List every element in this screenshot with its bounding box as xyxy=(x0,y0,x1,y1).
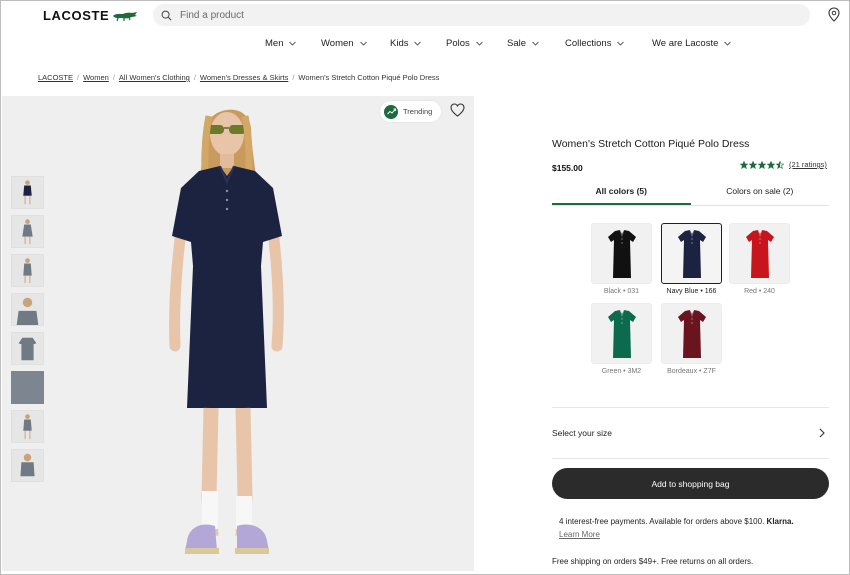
chevron-down-icon xyxy=(617,41,625,46)
nav-label: Polos xyxy=(446,38,470,49)
trending-badge: Trending xyxy=(380,101,442,122)
shipping-info: Free shipping on orders $49+. Free retur… xyxy=(552,557,754,566)
chevron-down-icon xyxy=(475,41,483,46)
swatch-image xyxy=(729,223,790,284)
breadcrumb: LACOSTE / Women / All Women's Clothing /… xyxy=(38,73,439,82)
trending-label: Trending xyxy=(403,107,433,116)
chevron-down-icon xyxy=(289,41,297,46)
thumbnail-8[interactable] xyxy=(11,449,44,482)
rating-stars xyxy=(740,160,784,169)
klarna-text: 4 interest-free payments. Available for … xyxy=(559,517,765,526)
thumbnail-3[interactable] xyxy=(11,254,44,287)
klarna-payments-info: 4 interest-free payments. Available for … xyxy=(559,515,829,541)
swatch-green[interactable]: Green • 3M2 xyxy=(591,303,652,375)
chevron-down-icon xyxy=(414,41,422,46)
swatch-label: Green • 3M2 xyxy=(601,368,642,375)
chevron-right-icon xyxy=(819,428,825,438)
swatch-image xyxy=(591,223,652,284)
thumbnail-5[interactable] xyxy=(11,332,44,365)
add-to-bag-button[interactable]: Add to shopping bag xyxy=(552,468,829,499)
search-bar[interactable] xyxy=(153,4,810,26)
select-size-label: Select your size xyxy=(552,428,612,438)
star-icon xyxy=(767,160,775,169)
star-icon xyxy=(749,160,757,169)
swatch-image xyxy=(661,303,722,364)
nav-label: Sale xyxy=(507,38,527,49)
swatch-label: Black • 031 xyxy=(603,288,640,295)
breadcrumb-separator: / xyxy=(193,73,196,82)
swatch-label: Red • 240 xyxy=(744,288,775,295)
breadcrumb-link-lacoste[interactable]: LACOSTE xyxy=(38,73,73,82)
product-main-image[interactable] xyxy=(127,96,327,571)
swatch-red[interactable]: Red • 240 xyxy=(729,223,790,295)
nav-label: Men xyxy=(265,38,284,49)
product-price: $155.00 xyxy=(552,163,583,173)
thumbnail-1[interactable] xyxy=(11,176,44,209)
nav-item-kids[interactable]: Kids xyxy=(390,38,422,49)
thumbnail-list xyxy=(11,176,47,488)
search-icon xyxy=(161,10,172,20)
swatch-image xyxy=(661,223,722,284)
heart-icon[interactable] xyxy=(450,103,465,117)
chevron-down-icon xyxy=(359,41,367,46)
thumbnail-7[interactable] xyxy=(11,410,44,443)
breadcrumb-separator: / xyxy=(77,73,80,82)
select-size-button[interactable]: Select your size xyxy=(552,407,829,459)
search-input[interactable] xyxy=(180,9,780,21)
klarna-logo: Klarna. xyxy=(766,517,794,526)
tab-colors-on-sale[interactable]: Colors on sale (2) xyxy=(691,182,830,205)
star-icon xyxy=(776,160,784,169)
nav-label: We are Lacoste xyxy=(652,38,719,49)
nav-item-men[interactable]: Men xyxy=(265,38,297,49)
star-icon xyxy=(758,160,766,169)
breadcrumb-link-all-womens-clothing[interactable]: All Women's Clothing xyxy=(119,73,190,82)
color-tabs: All colors (5) Colors on sale (2) xyxy=(552,182,829,206)
nav-label: Kids xyxy=(390,38,409,49)
nav-label: Collections xyxy=(565,38,612,49)
nav-item-polos[interactable]: Polos xyxy=(446,38,483,49)
product-title: Women's Stretch Cotton Piqué Polo Dress xyxy=(552,138,750,150)
thumbnail-6[interactable] xyxy=(11,371,44,404)
nav-item-we-are-lacoste[interactable]: We are Lacoste xyxy=(652,38,732,49)
breadcrumb-current: Women's Stretch Cotton Piqué Polo Dress xyxy=(298,73,440,82)
nav-item-sale[interactable]: Sale xyxy=(507,38,539,49)
swatch-bordeaux[interactable]: Bordeaux • Z7F xyxy=(661,303,722,375)
lacoste-logo[interactable]: LACOSTE xyxy=(43,8,138,23)
product-rating: (21 ratings) xyxy=(740,160,827,169)
nav-item-women[interactable]: Women xyxy=(321,38,367,49)
thumbnail-4[interactable] xyxy=(11,293,44,326)
page: LACOSTE Men Women Kids Pol xyxy=(0,0,850,575)
swatch-image xyxy=(591,303,652,364)
breadcrumb-separator: / xyxy=(292,73,295,82)
chevron-down-icon xyxy=(724,41,732,46)
breadcrumb-separator: / xyxy=(112,73,115,82)
logo-text: LACOSTE xyxy=(43,8,110,23)
crocodile-icon xyxy=(113,12,138,22)
thumbnail-2[interactable] xyxy=(11,215,44,248)
store-locator-icon[interactable] xyxy=(828,7,840,22)
breadcrumb-link-women[interactable]: Women xyxy=(83,73,109,82)
swatch-black[interactable]: Black • 031 xyxy=(591,223,652,295)
ratings-count-link[interactable]: (21 ratings) xyxy=(789,160,827,169)
swatch-label: Navy Blue • 166 xyxy=(666,288,717,295)
nav-item-collections[interactable]: Collections xyxy=(565,38,625,49)
main-nav: Men Women Kids Polos Sale Collections We… xyxy=(1,38,849,52)
nav-label: Women xyxy=(321,38,354,49)
swatch-navy-blue[interactable]: Navy Blue • 166 xyxy=(661,223,722,295)
swatch-label: Bordeaux • Z7F xyxy=(667,368,716,375)
learn-more-link[interactable]: Learn More xyxy=(559,530,600,539)
trending-icon xyxy=(384,104,398,119)
tab-all-colors[interactable]: All colors (5) xyxy=(552,182,691,205)
product-gallery: Trending xyxy=(2,96,474,571)
chevron-down-icon xyxy=(532,41,539,46)
star-icon xyxy=(740,160,748,169)
breadcrumb-link-dresses-skirts[interactable]: Women's Dresses & Skirts xyxy=(200,73,288,82)
